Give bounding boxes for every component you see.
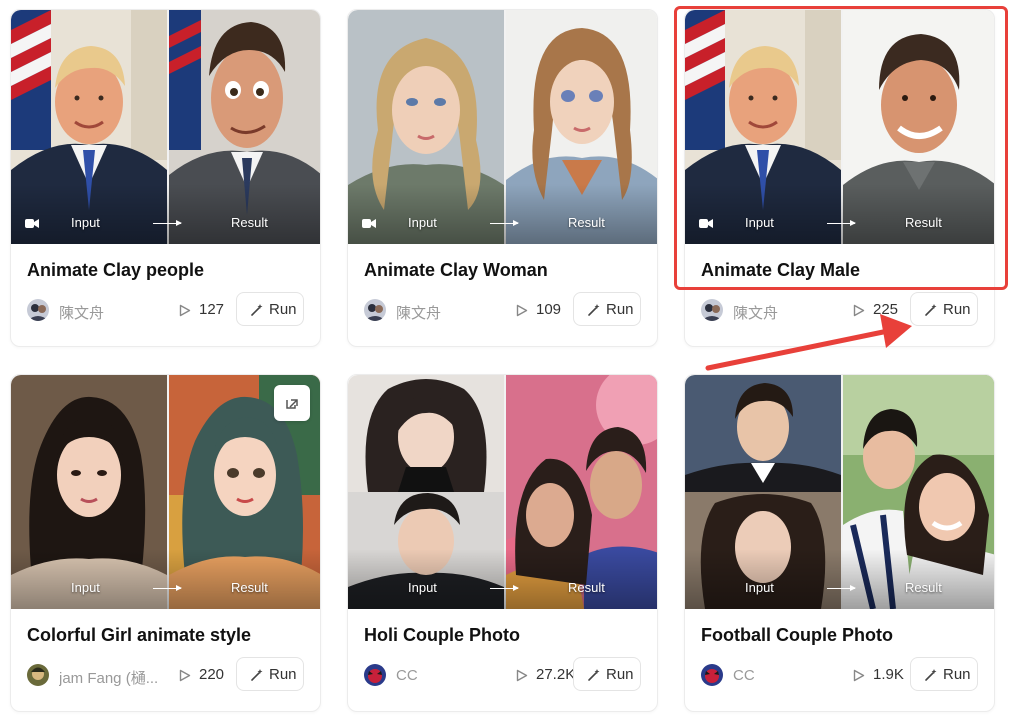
result-label: Result (568, 580, 605, 595)
template-card[interactable]: Input Result Animate Clay Woman 陳文舟 109 … (347, 9, 658, 347)
template-card[interactable]: Input Result Animate Clay Male 陳文舟 225 R… (684, 9, 995, 347)
card-thumbnail[interactable]: Input Result (11, 10, 320, 244)
input-label: Input (408, 580, 437, 595)
input-label: Input (71, 215, 100, 230)
video-icon (25, 219, 39, 228)
author-name[interactable]: CC (396, 667, 418, 684)
play-icon (179, 669, 191, 682)
author-name[interactable]: jam Fang (樋... (59, 667, 158, 688)
play-icon (179, 304, 191, 317)
arrow-right-icon (153, 585, 182, 591)
play-icon (853, 304, 865, 317)
run-button[interactable]: Run (236, 657, 304, 691)
run-button[interactable]: Run (573, 657, 641, 691)
play-icon (516, 669, 528, 682)
video-icon (362, 219, 376, 228)
card-title[interactable]: Colorful Girl animate style (27, 625, 251, 646)
result-label: Result (231, 215, 268, 230)
card-meta: jam Fang (樋... 220 Run (27, 657, 304, 693)
run-count: 127 (199, 301, 225, 318)
author-name[interactable]: 陳文舟 (733, 302, 778, 323)
arrow-right-icon (827, 220, 856, 226)
open-external-button[interactable] (274, 385, 310, 421)
run-count: 220 (199, 666, 225, 683)
template-card[interactable]: Input Result Animate Clay people 陳文舟 127… (10, 9, 321, 347)
card-thumbnail[interactable]: Input Result (11, 375, 320, 609)
magic-wand-icon (251, 669, 263, 681)
run-count: 27.2K (536, 666, 576, 683)
run-button[interactable]: Run (910, 657, 978, 691)
card-meta: 陳文舟 109 Run (364, 292, 641, 328)
thumbnail-shade (685, 184, 994, 244)
arrow-right-icon (153, 220, 182, 226)
card-thumbnail[interactable]: Input Result (685, 10, 994, 244)
template-card[interactable]: Input Result Colorful Girl animate style… (10, 374, 321, 712)
play-icon (853, 669, 865, 682)
thumbnail-shade (348, 184, 657, 244)
arrow-right-icon (827, 585, 856, 591)
card-meta: 陳文舟 225 Run (701, 292, 978, 328)
card-title[interactable]: Animate Clay Woman (364, 260, 548, 281)
input-label: Input (745, 580, 774, 595)
author-avatar[interactable] (27, 299, 49, 321)
play-icon (516, 304, 528, 317)
input-label: Input (745, 215, 774, 230)
result-label: Result (905, 215, 942, 230)
thumbnail-shade (685, 549, 994, 609)
video-icon (699, 219, 713, 228)
run-count: 225 (873, 301, 899, 318)
input-label: Input (71, 580, 100, 595)
author-name[interactable]: 陳文舟 (396, 302, 441, 323)
run-label: Run (269, 301, 297, 318)
result-label: Result (568, 215, 605, 230)
card-title[interactable]: Animate Clay people (27, 260, 204, 281)
run-button[interactable]: Run (236, 292, 304, 326)
thumbnail-shade (11, 184, 320, 244)
card-title[interactable]: Football Couple Photo (701, 625, 893, 646)
run-label: Run (943, 301, 971, 318)
run-count: 1.9K (873, 666, 904, 683)
author-avatar[interactable] (701, 664, 723, 686)
card-meta: CC 1.9K Run (701, 657, 978, 693)
run-label: Run (606, 666, 634, 683)
card-title[interactable]: Animate Clay Male (701, 260, 860, 281)
author-avatar[interactable] (701, 299, 723, 321)
magic-wand-icon (251, 304, 263, 316)
result-label: Result (231, 580, 268, 595)
arrow-right-icon (490, 220, 519, 226)
run-label: Run (943, 666, 971, 683)
template-card[interactable]: Input Result Football Couple Photo CC 1.… (684, 374, 995, 712)
run-count: 109 (536, 301, 562, 318)
author-avatar[interactable] (364, 664, 386, 686)
card-meta: CC 27.2K Run (364, 657, 641, 693)
card-title[interactable]: Holi Couple Photo (364, 625, 520, 646)
run-button[interactable]: Run (573, 292, 641, 326)
magic-wand-icon (925, 304, 937, 316)
author-name[interactable]: 陳文舟 (59, 302, 104, 323)
input-label: Input (408, 215, 437, 230)
author-avatar[interactable] (27, 664, 49, 686)
thumbnail-shade (11, 549, 320, 609)
open-external-icon (286, 399, 298, 409)
magic-wand-icon (588, 304, 600, 316)
magic-wand-icon (588, 669, 600, 681)
template-card[interactable]: Input Result Holi Couple Photo CC 27.2K … (347, 374, 658, 712)
author-name[interactable]: CC (733, 667, 755, 684)
card-meta: 陳文舟 127 Run (27, 292, 304, 328)
run-button[interactable]: Run (910, 292, 978, 326)
run-label: Run (606, 301, 634, 318)
magic-wand-icon (925, 669, 937, 681)
arrow-right-icon (490, 585, 519, 591)
author-avatar[interactable] (364, 299, 386, 321)
thumbnail-shade (348, 549, 657, 609)
result-label: Result (905, 580, 942, 595)
run-label: Run (269, 666, 297, 683)
card-thumbnail[interactable]: Input Result (348, 375, 657, 609)
card-thumbnail[interactable]: Input Result (348, 10, 657, 244)
card-thumbnail[interactable]: Input Result (685, 375, 994, 609)
